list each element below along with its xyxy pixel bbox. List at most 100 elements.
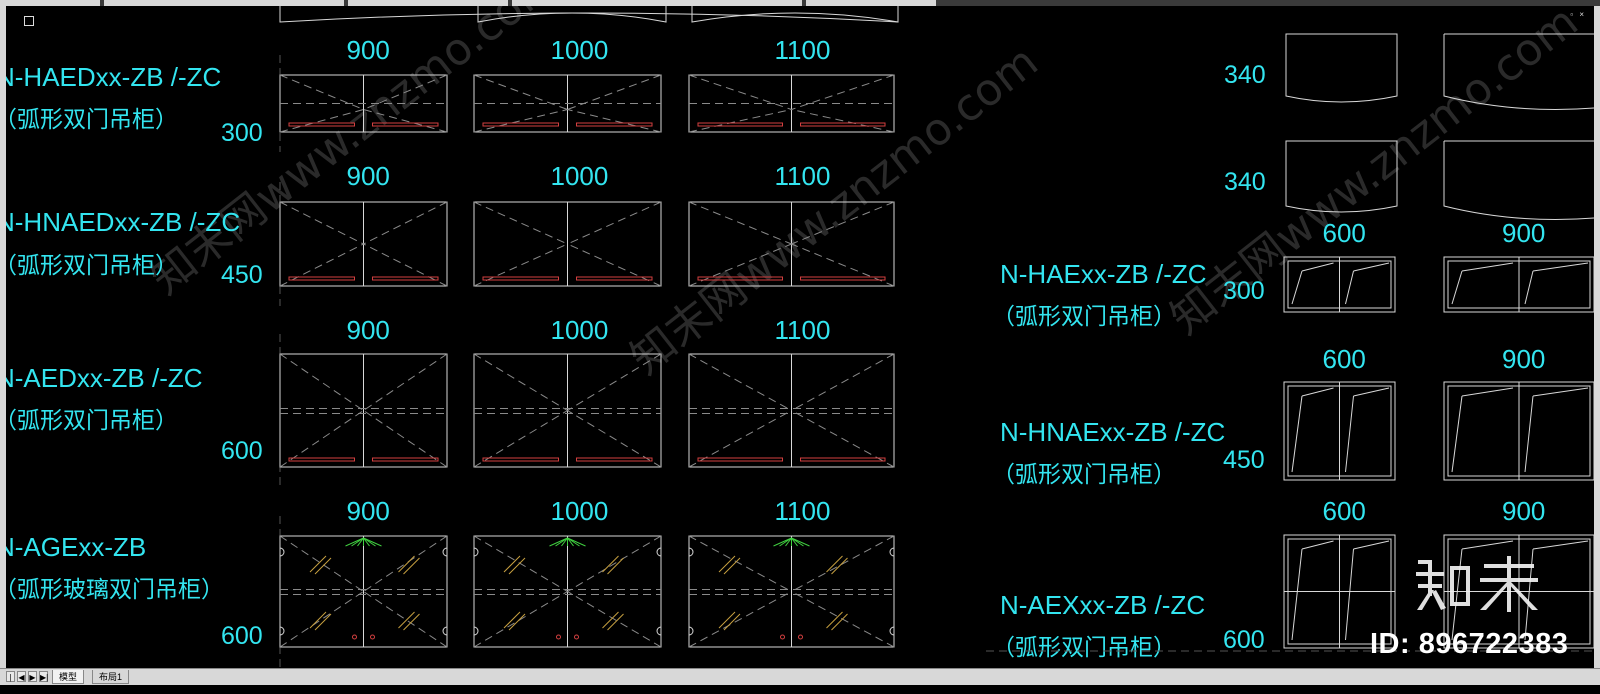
width-dimension: 900 bbox=[347, 35, 390, 65]
handle-strip bbox=[288, 276, 355, 281]
tab-layout1[interactable]: 布局1 bbox=[92, 670, 130, 684]
door-swing-line bbox=[1291, 395, 1303, 473]
door-swing-line bbox=[1451, 395, 1463, 473]
door-swing-line bbox=[1291, 548, 1303, 641]
door-swing-line bbox=[1532, 262, 1589, 272]
glass-hatch bbox=[403, 557, 420, 575]
height-dimension: 450 bbox=[1223, 446, 1265, 474]
height-dimension: 600 bbox=[1223, 626, 1265, 654]
hinge-dot bbox=[352, 634, 357, 640]
cabinet-desc-label: （弧形双门吊柜） bbox=[6, 107, 178, 133]
cabinet-code-label: N-AGExx-ZB bbox=[6, 532, 146, 562]
znzmo-logo bbox=[1414, 554, 1542, 614]
door-swing-dash bbox=[473, 201, 568, 245]
door-swing-line bbox=[1291, 270, 1303, 305]
side-arc bbox=[279, 547, 285, 557]
first-tab-button[interactable]: |◀ bbox=[6, 671, 15, 693]
height-dimension: 600 bbox=[221, 437, 263, 465]
width-dimension: 600 bbox=[1323, 496, 1366, 526]
width-dimension: 600 bbox=[1323, 344, 1366, 374]
glass-hatch bbox=[723, 613, 741, 631]
cabinet-desc-label: （弧形双门吊柜） bbox=[6, 408, 178, 434]
door-swing-dash bbox=[567, 201, 662, 245]
door-swing-dash bbox=[363, 353, 448, 411]
width-dimension: 600 bbox=[1323, 218, 1366, 248]
width-dimension: 1000 bbox=[551, 315, 609, 345]
side-arc bbox=[889, 547, 895, 557]
width-dimension: 1100 bbox=[775, 496, 831, 526]
cabinet-plan-view bbox=[1285, 33, 1398, 103]
door-swing-dash bbox=[473, 410, 568, 468]
hinge-dot bbox=[574, 634, 579, 640]
door-swing-line bbox=[1461, 540, 1514, 550]
door-swing-line bbox=[1301, 540, 1334, 550]
width-dimension: 1000 bbox=[551, 496, 609, 526]
handle-strip bbox=[697, 457, 783, 462]
next-tab-button[interactable]: ▶ bbox=[28, 671, 37, 682]
door-swing-dash bbox=[688, 410, 792, 468]
door-swing-line bbox=[1451, 270, 1463, 305]
side-arc bbox=[473, 626, 479, 636]
door-swing-dash bbox=[791, 74, 895, 110]
door-swing-dash bbox=[567, 109, 662, 133]
hinge-dot bbox=[556, 634, 561, 640]
door-swing-line bbox=[1353, 262, 1390, 272]
cabinet-code-label: N-HAExx-ZB /-ZC bbox=[1000, 259, 1207, 289]
width-dimension: 900 bbox=[347, 496, 390, 526]
door-swing-line bbox=[1461, 387, 1514, 397]
width-dimension: 900 bbox=[1502, 218, 1545, 248]
glass-hatch bbox=[403, 613, 420, 631]
cabinet-desc-label: （弧形玻璃双门吊柜） bbox=[6, 577, 224, 603]
handle-strip bbox=[800, 276, 886, 281]
right-frame bbox=[1594, 6, 1600, 669]
door-swing-line bbox=[1532, 387, 1589, 397]
side-arc bbox=[656, 626, 662, 636]
door-swing-dash bbox=[363, 591, 448, 648]
handle-strip bbox=[482, 122, 559, 127]
glass-hatch bbox=[718, 611, 736, 629]
hinge-dot bbox=[798, 634, 803, 640]
door-swing-dash bbox=[279, 591, 364, 648]
door-swing-line bbox=[1345, 395, 1354, 473]
door-swing-dash bbox=[473, 591, 568, 648]
width-dimension: 1100 bbox=[775, 161, 831, 191]
side-arc bbox=[279, 626, 285, 636]
door-swing-dash bbox=[279, 201, 364, 245]
glass-hatch bbox=[831, 557, 848, 575]
handle-strip bbox=[372, 276, 439, 281]
plan-depth-dimension: 340 bbox=[1224, 61, 1266, 89]
door-swing-line bbox=[1532, 540, 1589, 550]
cad-drawing: 知末网www.znzmo.com 知末网www.znzmo.com 知末网www.z… bbox=[6, 6, 1594, 667]
door-swing-dash bbox=[688, 353, 792, 411]
door-swing-dash bbox=[567, 591, 662, 648]
height-dimension: 600 bbox=[221, 622, 263, 650]
glass-hatch bbox=[398, 611, 415, 629]
cabinet-desc-label: （弧形双门吊柜） bbox=[992, 635, 1176, 661]
prev-tab-button[interactable]: ◀ bbox=[17, 671, 26, 682]
last-tab-button[interactable]: ▶| bbox=[39, 671, 48, 682]
door-swing-dash bbox=[279, 535, 364, 592]
width-dimension: 900 bbox=[1502, 344, 1545, 374]
glass-hatch bbox=[309, 555, 327, 573]
handle-strip bbox=[576, 276, 653, 281]
door-swing-dash bbox=[688, 109, 792, 133]
drawing-canvas[interactable]: – ▫ × 知末网www.znzmo.com 知末网www.znzmo.com 知末… bbox=[6, 6, 1594, 669]
door-swing-dash bbox=[688, 591, 792, 648]
layout-tab-bar: |◀ ◀ ▶ ▶| 模型 布局1 bbox=[0, 668, 1600, 693]
width-dimension: 900 bbox=[347, 315, 390, 345]
hinge-dot bbox=[780, 634, 785, 640]
door-swing-dash bbox=[363, 410, 448, 468]
tab-model[interactable]: 模型 bbox=[52, 670, 85, 684]
handle-strip bbox=[800, 122, 886, 127]
glass-hatch bbox=[309, 611, 327, 629]
door-swing-dash bbox=[567, 410, 662, 468]
handle-strip bbox=[576, 457, 653, 462]
door-swing-line bbox=[1461, 262, 1514, 272]
width-dimension: 1000 bbox=[551, 35, 609, 65]
door-swing-dash bbox=[688, 74, 792, 110]
side-arc bbox=[688, 626, 694, 636]
glass-hatch bbox=[718, 555, 736, 573]
glass-hatch bbox=[398, 555, 415, 573]
handle-strip bbox=[482, 457, 559, 462]
cabinet-desc-label: （弧形双门吊柜） bbox=[992, 304, 1176, 330]
